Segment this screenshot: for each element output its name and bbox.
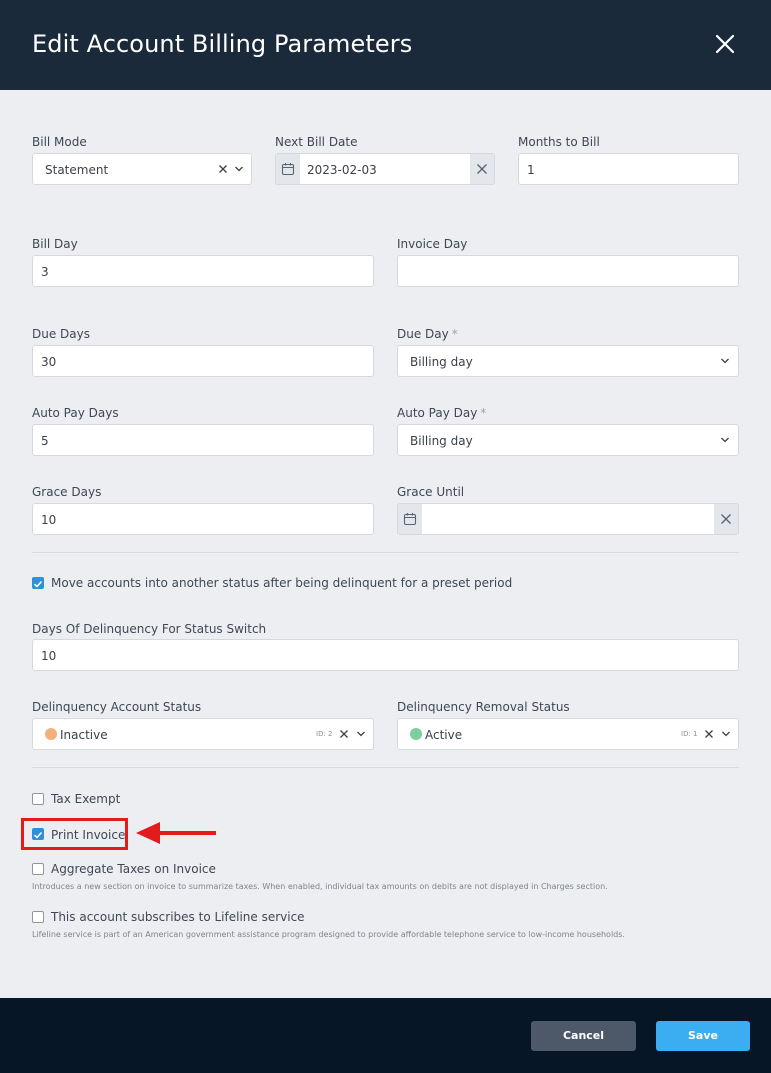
id-tag: ID: 1 [681, 730, 698, 738]
chevron-down-icon[interactable] [720, 357, 730, 365]
clear-icon[interactable] [339, 729, 349, 739]
bill-mode-value: Statement [45, 163, 109, 177]
invoice-day-label: Invoice Day [397, 237, 468, 251]
highlight-box [21, 818, 128, 850]
delinquency-days-value: 10 [41, 649, 57, 663]
dialog-title: Edit Account Billing Parameters [32, 30, 413, 58]
auto-pay-days-input[interactable]: 5 [32, 424, 374, 456]
due-day-value: Billing day [410, 355, 473, 369]
auto-pay-days-value: 5 [41, 434, 49, 448]
chevron-down-icon[interactable] [356, 730, 366, 738]
months-to-bill-value: 1 [527, 163, 535, 177]
move-delinquent-checkbox[interactable] [32, 577, 44, 589]
due-days-value: 30 [41, 355, 57, 369]
months-to-bill-input[interactable]: 1 [518, 153, 739, 185]
auto-pay-day-label: Auto Pay Day * [397, 406, 486, 420]
calendar-icon[interactable] [276, 154, 300, 184]
section-divider [32, 767, 739, 768]
auto-pay-days-label: Auto Pay Days [32, 406, 119, 420]
bill-day-input[interactable]: 3 [32, 255, 374, 287]
grace-until-label: Grace Until [397, 485, 465, 499]
check-icon [33, 580, 43, 588]
calendar-icon[interactable] [398, 504, 422, 534]
aggregate-taxes-hint: Introduces a new section on invoice to s… [32, 882, 608, 891]
section-divider [32, 552, 739, 553]
grace-days-label: Grace Days [32, 485, 102, 499]
bill-day-label: Bill Day [32, 237, 78, 251]
close-icon[interactable] [712, 31, 738, 57]
bill-mode-select[interactable]: Statement [32, 153, 252, 185]
aggregate-taxes-label: Aggregate Taxes on Invoice [51, 862, 216, 876]
bill-mode-label: Bill Mode [32, 135, 87, 149]
clear-icon[interactable] [704, 729, 714, 739]
auto-pay-day-label-text: Auto Pay Day [397, 406, 478, 420]
aggregate-taxes-checkbox[interactable] [32, 863, 44, 875]
grace-until-field[interactable] [397, 503, 739, 535]
delinquency-removal-status-select[interactable]: Active ID: 1 [397, 718, 739, 750]
delinquency-days-label: Days Of Delinquency For Status Switch [32, 622, 267, 636]
invoice-day-input[interactable] [397, 255, 739, 287]
due-day-select[interactable]: Billing day [397, 345, 739, 377]
save-button[interactable]: Save [656, 1021, 750, 1051]
delinquency-removal-status-label: Delinquency Removal Status [397, 700, 570, 714]
delinquency-account-status-value: Inactive [60, 728, 108, 742]
due-day-label: Due Day * [397, 327, 458, 341]
id-tag: ID: 2 [316, 730, 333, 738]
tax-exempt-checkbox[interactable] [32, 793, 44, 805]
tax-exempt-label: Tax Exempt [51, 792, 121, 806]
required-mark: * [451, 327, 458, 341]
cancel-button[interactable]: Cancel [531, 1021, 636, 1051]
dialog-header: Edit Account Billing Parameters [0, 0, 771, 90]
delinquency-account-status-select[interactable]: Inactive ID: 2 [32, 718, 374, 750]
delinquency-removal-status-value: Active [425, 728, 463, 742]
bill-day-value: 3 [41, 265, 49, 279]
months-to-bill-label: Months to Bill [518, 135, 600, 149]
grace-days-value: 10 [41, 513, 57, 527]
lifeline-checkbox[interactable] [32, 911, 44, 923]
status-dot-icon [410, 728, 422, 740]
arrow-left-icon [136, 822, 216, 844]
due-day-label-text: Due Day [397, 327, 449, 341]
auto-pay-day-value: Billing day [410, 434, 473, 448]
chevron-down-icon[interactable] [234, 165, 244, 173]
next-bill-date-value: 2023-02-03 [307, 163, 377, 177]
delinquency-days-input[interactable]: 10 [32, 639, 739, 671]
due-days-input[interactable]: 30 [32, 345, 374, 377]
auto-pay-day-select[interactable]: Billing day [397, 424, 739, 456]
delinquency-account-status-label: Delinquency Account Status [32, 700, 202, 714]
due-days-label: Due Days [32, 327, 90, 341]
clear-icon[interactable] [218, 164, 228, 174]
clear-date-icon[interactable] [470, 154, 494, 184]
status-dot-icon [45, 728, 57, 740]
move-delinquent-label: Move accounts into another status after … [51, 576, 513, 590]
next-bill-date-field[interactable]: 2023-02-03 [275, 153, 495, 185]
next-bill-date-label: Next Bill Date [275, 135, 358, 149]
clear-date-icon[interactable] [714, 504, 738, 534]
grace-days-input[interactable]: 10 [32, 503, 374, 535]
lifeline-hint: Lifeline service is part of an American … [32, 930, 625, 939]
chevron-down-icon[interactable] [720, 436, 730, 444]
lifeline-label: This account subscribes to Lifeline serv… [51, 910, 305, 924]
required-mark: * [480, 406, 487, 420]
chevron-down-icon[interactable] [721, 730, 731, 738]
